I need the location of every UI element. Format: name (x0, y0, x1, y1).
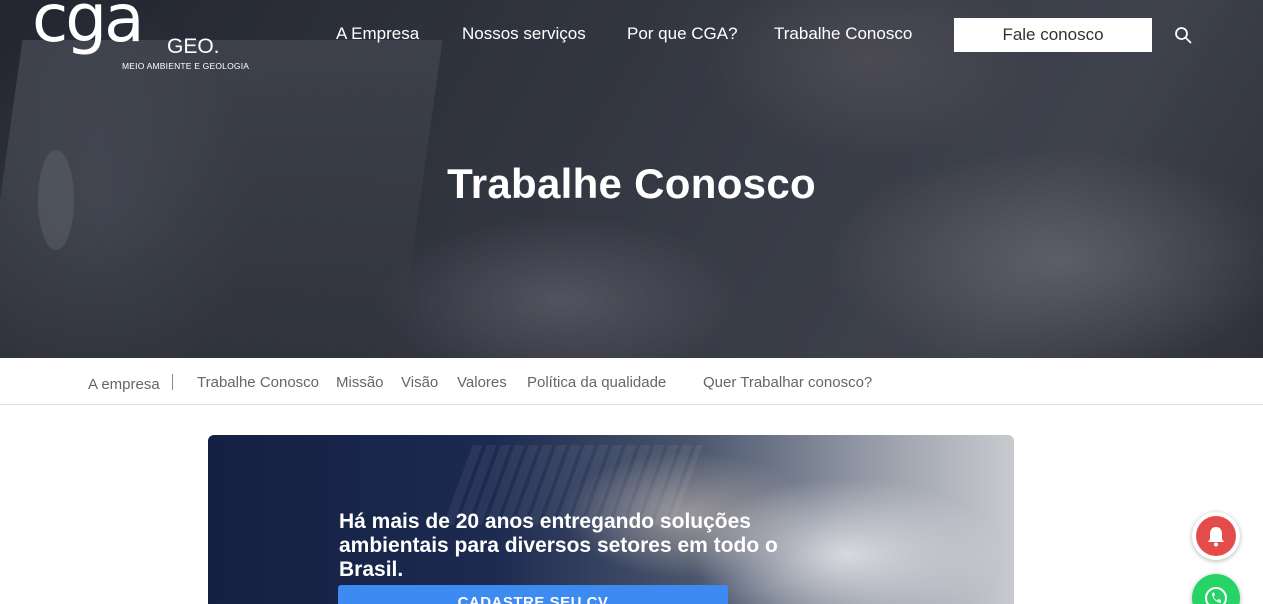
subnav-item-trabalhe-conosco[interactable]: Trabalhe Conosco (197, 374, 319, 391)
nav-item-por-que-cga[interactable]: Por que CGA? (627, 24, 738, 44)
subnav-item-politica-qualidade[interactable]: Política da qualidade (527, 374, 666, 391)
nav-item-a-empresa[interactable]: A Empresa (336, 24, 419, 44)
subnav-item-a-empresa[interactable]: A empresa (88, 376, 160, 393)
bell-icon (1196, 516, 1236, 556)
whatsapp-icon (1205, 587, 1227, 604)
search-icon[interactable] (1174, 26, 1192, 44)
nav-item-nossos-servicos[interactable]: Nossos serviços (462, 24, 586, 44)
banner-headline: Há mais de 20 anos entregando soluções a… (339, 510, 778, 581)
subnav-item-visao[interactable]: Visão (401, 374, 438, 391)
nav-item-trabalhe-conosco[interactable]: Trabalhe Conosco (774, 24, 912, 44)
whatsapp-widget[interactable] (1192, 574, 1240, 604)
logo-tagline: MEIO AMBIENTE E GEOLOGIA (122, 61, 250, 71)
hero-header: cga GEO. MEIO AMBIENTE E GEOLOGIA A Empr… (0, 0, 1263, 358)
subnav-item-quer-trabalhar[interactable]: Quer Trabalhar conosco? (703, 374, 872, 391)
site-logo[interactable]: cga GEO. MEIO AMBIENTE E GEOLOGIA (32, 0, 272, 80)
page-title: Trabalhe Conosco (447, 160, 816, 207)
contact-button[interactable]: Fale conosco (954, 18, 1152, 52)
subnav-item-missao[interactable]: Missão (336, 374, 384, 391)
subnav-divider (172, 374, 173, 390)
section-subnav: A empresa Trabalhe Conosco Missão Visão … (0, 358, 1263, 405)
logo-wordmark: cga (32, 0, 145, 57)
logo-suffix: GEO. (167, 35, 220, 58)
subnav-item-valores[interactable]: Valores (457, 374, 507, 391)
notification-widget[interactable] (1192, 512, 1240, 560)
careers-banner: Há mais de 20 anos entregando soluções a… (208, 435, 1014, 604)
register-cv-button[interactable]: CADASTRE SEU CV (338, 585, 728, 604)
